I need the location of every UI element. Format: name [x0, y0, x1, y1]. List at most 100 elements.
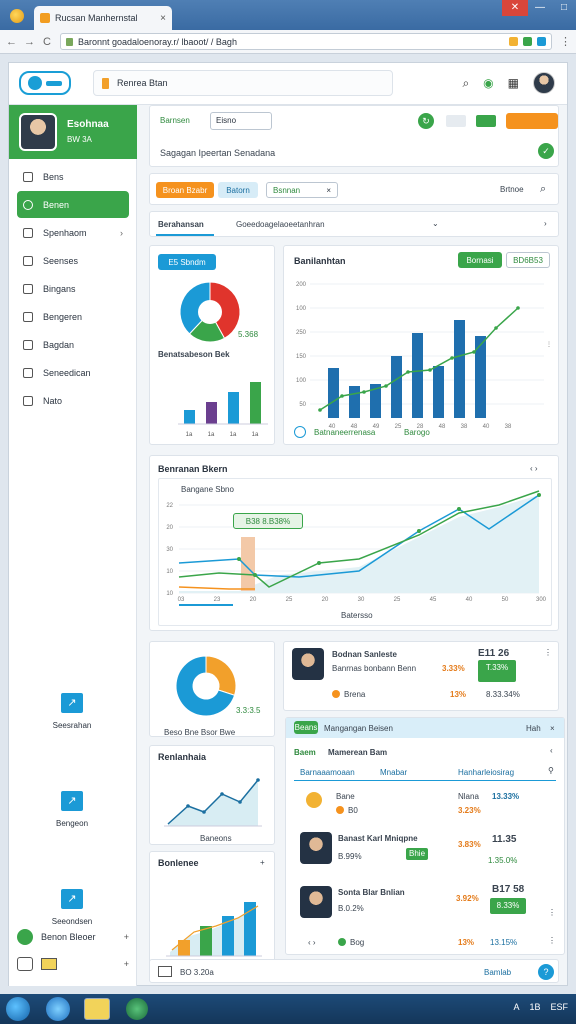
sidebar-item[interactable]: Bengeren	[17, 303, 129, 330]
coin-icon	[306, 792, 322, 808]
bar	[228, 392, 239, 424]
grid-icon[interactable]: ▦	[508, 76, 519, 90]
sidebar-item[interactable]: Seneedican	[17, 359, 129, 386]
y-tick-label: ⋮	[546, 342, 552, 348]
user-avatar[interactable]	[533, 72, 555, 94]
row-more-icon[interactable]: ⋮	[548, 908, 556, 917]
tab-dropdown-icon[interactable]: ⌄	[432, 219, 439, 228]
card1-section-title: Benatsabeson Bek	[158, 350, 230, 359]
sidebar-item[interactable]: Bens	[17, 163, 129, 190]
window-maximize-button[interactable]: □	[552, 0, 576, 16]
globe-icon[interactable]: ◉	[483, 76, 493, 90]
panel-sub-title: Mamerean Bam	[328, 748, 388, 757]
add-icon[interactable]: +	[124, 959, 129, 969]
address-bar-row: ← → C Baronnt goadaloenoray.r/ lbaoot/ /…	[0, 30, 576, 54]
window-minimize-button[interactable]: —	[528, 0, 552, 16]
filter-chip-orange[interactable]: Broan Bzabr	[156, 182, 214, 198]
sidebar-item[interactable]: Seenses	[17, 247, 129, 274]
row-person-amount-2: 1.35.0%	[488, 856, 518, 865]
folder-taskbar-icon[interactable]	[84, 998, 110, 1020]
menu-icon[interactable]: ⋮	[560, 35, 571, 48]
global-search[interactable]: Renrea Btan	[93, 70, 393, 96]
search-text: Renrea Btan	[117, 78, 168, 88]
row-more-icon[interactable]: ‹ ›	[308, 938, 316, 947]
filter-search-icon[interactable]: ⌕	[540, 183, 546, 196]
info-icon[interactable]	[294, 426, 306, 438]
tray-clock[interactable]: ESF	[550, 1002, 568, 1012]
sidebar-action[interactable]: ↗ Seesrahan	[37, 693, 107, 730]
row-person-pct: 3.83%	[458, 840, 481, 849]
image-icon[interactable]	[158, 966, 172, 977]
sidebar-bottom: Benon Bleoer + +	[17, 929, 129, 971]
profile-card[interactable]: Esohnaa BW 3A	[9, 105, 137, 159]
panel-col-3[interactable]: Hanharleiosirag	[458, 768, 514, 777]
footer-right[interactable]: Bamlab	[484, 968, 511, 977]
panel-title: Mangangan Beisen	[324, 724, 393, 733]
panel-col-1[interactable]: Barnaaamoaan	[300, 768, 355, 777]
sidebar-action[interactable]: ↗ Bengeon	[37, 791, 107, 828]
menu-item-icon	[23, 339, 33, 350]
forward-icon[interactable]: →	[24, 36, 35, 48]
check-icon[interactable]: ✓	[538, 143, 554, 159]
url-field[interactable]: Baronnt goadaloenoray.r/ lbaoot/ / Bagh	[60, 33, 552, 50]
bookmark-icon[interactable]	[509, 37, 518, 46]
start-button[interactable]	[6, 997, 30, 1021]
tray-language[interactable]: A	[513, 1002, 519, 1012]
filter-chip-blue[interactable]: Batorn	[218, 182, 258, 198]
search-icon[interactable]: ⌕	[462, 76, 469, 91]
tab-close-icon[interactable]: ×	[160, 13, 166, 24]
sidebar-bottom-label: Benon Bleoer	[41, 932, 96, 942]
donut-chart	[175, 655, 237, 717]
person-avatar	[300, 886, 332, 918]
add-icon[interactable]: +	[124, 932, 129, 942]
area-more-icon[interactable]: ‹ ›	[530, 464, 538, 473]
app-taskbar-icon[interactable]	[126, 998, 148, 1020]
row-person-tag: Bhie	[406, 848, 429, 860]
filter-chip-close-icon[interactable]: ×	[326, 186, 331, 195]
header-subtitle: Sagagan Ipeertan Senadana	[160, 148, 276, 158]
browser-tab[interactable]: Rucsan Manhernstal ×	[34, 6, 172, 30]
filter-chip-green[interactable]: Bsnnan ×	[266, 182, 338, 198]
sync-icon[interactable]: ↻	[418, 113, 434, 129]
menu-item-icon	[23, 311, 33, 322]
sidebar-item[interactable]: Nato	[17, 387, 129, 414]
donut-label: 3.3:3.5	[236, 706, 261, 715]
row-more-icon[interactable]: ⋮	[548, 936, 556, 945]
app-logo[interactable]	[19, 71, 71, 95]
tick-label: 1a	[208, 432, 215, 438]
tabs-more-icon[interactable]: ›	[544, 219, 547, 228]
back-icon[interactable]: ←	[6, 36, 17, 48]
sidebar-action[interactable]: ↗ Seeondsen	[37, 889, 107, 926]
sidebar-item[interactable]: Bingans	[17, 275, 129, 302]
orange-action-button[interactable]	[506, 113, 558, 129]
browser-taskbar-icon[interactable]	[46, 997, 70, 1021]
sidebar-item[interactable]: Spenhaom ›	[17, 219, 129, 246]
chevron-right-icon: ›	[120, 227, 123, 238]
tab-active[interactable]: Berahansan	[158, 220, 204, 229]
person-amount: E11 26	[478, 648, 510, 659]
person-more-icon[interactable]: ⋮	[544, 648, 552, 657]
extension-icon[interactable]	[523, 37, 532, 46]
window-close-button[interactable]: ✕	[502, 0, 528, 16]
toggle-button[interactable]	[446, 115, 466, 127]
filter-right-label: Brtnoe	[500, 185, 524, 194]
menu-item-icon	[23, 199, 33, 210]
panel-close-icon[interactable]: ×	[550, 724, 555, 733]
panel-sort-icon[interactable]: ⚲	[548, 766, 554, 775]
help-icon[interactable]: ?	[538, 964, 554, 980]
sidebar-bottom-item[interactable]: +	[17, 957, 129, 971]
panel-col-2[interactable]: Mnabar	[380, 768, 407, 777]
browser-app-icon[interactable]	[10, 9, 24, 23]
tray-volume[interactable]: 1B	[529, 1002, 540, 1012]
sidebar-item[interactable]: Benen	[17, 191, 129, 218]
sidebar-bottom-item[interactable]: Benon Bleoer +	[17, 929, 129, 945]
header-field[interactable]: Eisno	[210, 112, 272, 130]
menu-item-icon	[23, 367, 33, 378]
star-icon[interactable]	[537, 37, 546, 46]
sidebar-item[interactable]: Bagdan	[17, 331, 129, 358]
reload-icon[interactable]: C	[42, 36, 52, 48]
panel-chevron-icon[interactable]: ‹	[550, 746, 553, 755]
taskbar: A 1B ESF	[0, 994, 576, 1024]
tab-other[interactable]: Goeedoagelaoeetanhran	[236, 220, 325, 229]
view-button[interactable]	[476, 115, 496, 127]
